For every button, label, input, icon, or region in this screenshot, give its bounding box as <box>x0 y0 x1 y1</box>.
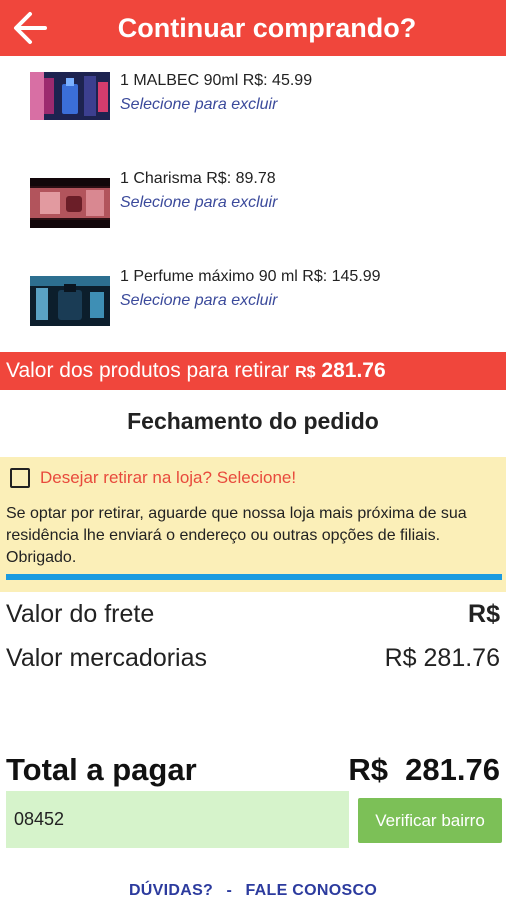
products-total-bar: Valor dos produtos para retirar R$ 281.7… <box>0 352 506 390</box>
cart-item[interactable]: 1 MALBEC 90ml R$: 45.99 Selecione para e… <box>30 72 500 124</box>
checkout-title: Fechamento do pedido <box>127 408 379 434</box>
cart-item[interactable]: 1 Perfume máximo 90 ml R$: 145.99 Seleci… <box>30 268 500 326</box>
grand-total-label: Total a pagar <box>6 752 197 787</box>
products-total-currency: R$ <box>295 364 316 381</box>
verify-neighborhood-button[interactable]: Verificar bairro <box>358 798 502 843</box>
grand-total-row: Total a pagar R$ 281.76 <box>6 752 500 788</box>
product-thumbnail <box>30 178 110 228</box>
footer-links: DÚVIDAS? - FALE CONOSCO <box>0 882 506 900</box>
products-total-label: Valor dos produtos para retirar <box>6 359 290 382</box>
item-name: 1 MALBEC 90ml R$: 45.99 <box>120 72 313 89</box>
goods-value: R$ 281.76 <box>384 644 500 672</box>
goods-row: Valor mercadorias R$ 281.76 <box>6 644 500 674</box>
goods-label: Valor mercadorias <box>6 644 208 672</box>
item-delete-hint[interactable]: Selecione para excluir <box>120 292 277 310</box>
cart-item[interactable]: 1 Charisma R$: 89.78 Selecione para excl… <box>30 170 500 228</box>
freight-label: Valor do frete <box>6 600 155 628</box>
pickup-checkbox[interactable] <box>10 468 30 488</box>
pickup-label[interactable]: Desejar retirar na loja? Selecione! <box>40 468 296 488</box>
product-thumbnail <box>30 276 110 326</box>
item-name: 1 Charisma R$: 89.78 <box>120 170 276 187</box>
product-thumbnail <box>30 72 110 120</box>
app-bar: Continuar comprando? <box>0 0 506 56</box>
products-total-value: 281.76 <box>321 359 386 382</box>
grand-total-value: R$ 281.76 <box>348 752 500 787</box>
page-title: Continuar comprando? <box>117 13 417 43</box>
zip-field-container <box>6 791 349 848</box>
item-delete-hint[interactable]: Selecione para excluir <box>120 96 277 114</box>
doubts-link[interactable]: DÚVIDAS? <box>129 882 213 899</box>
item-name: 1 Perfume máximo 90 ml R$: 145.99 <box>120 268 381 285</box>
freight-value: R$ <box>468 600 500 628</box>
freight-row: Valor do frete R$ <box>6 600 500 630</box>
pickup-note: Se optar por retirar, aguarde que nossa … <box>6 505 467 566</box>
zip-input[interactable] <box>6 791 349 848</box>
footer-separator: - <box>226 882 233 899</box>
contact-link[interactable]: FALE CONOSCO <box>245 882 377 899</box>
divider <box>6 574 502 580</box>
item-delete-hint[interactable]: Selecione para excluir <box>120 194 277 212</box>
pickup-panel: Desejar retirar na loja? Selecione! Se o… <box>0 457 506 592</box>
